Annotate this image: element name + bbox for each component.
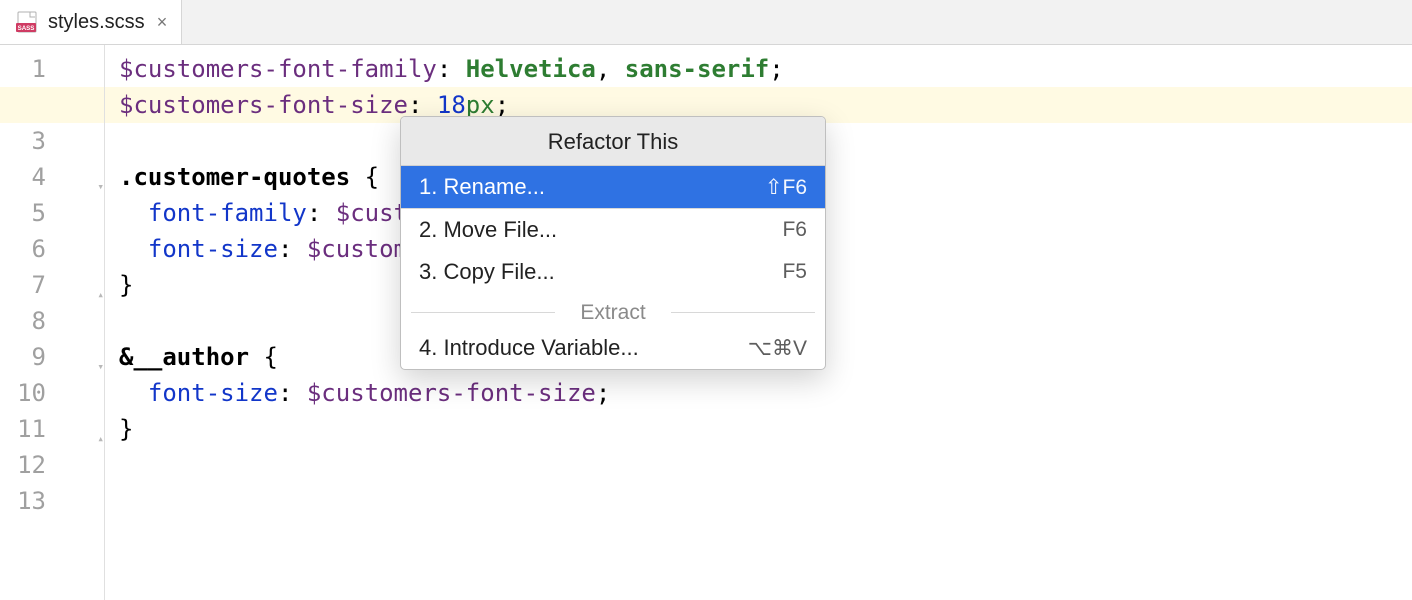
- menu-title: Refactor This: [401, 117, 825, 166]
- line-number: 7: [0, 267, 104, 303]
- menu-item-introduce-variable[interactable]: 4. Introduce Variable... ⌥⌘V: [401, 327, 825, 369]
- menu-item-shortcut: ⇧F6: [765, 175, 807, 200]
- menu-item-shortcut: F6: [782, 218, 807, 242]
- code-line: [119, 483, 1412, 519]
- menu-item-shortcut: ⌥⌘V: [748, 336, 807, 361]
- tab-bar: SASS styles.scss ×: [0, 0, 1412, 45]
- line-gutter: 1 2 3 4 5 6 7 8 9 10 11 12 13 ▾ ▴ ▾ ▴: [0, 45, 105, 600]
- svg-text:SASS: SASS: [18, 25, 35, 32]
- file-tab[interactable]: SASS styles.scss ×: [0, 0, 182, 44]
- line-number: 6: [0, 231, 104, 267]
- line-number: 13: [0, 483, 104, 519]
- menu-item-label: 3. Copy File...: [419, 259, 555, 285]
- menu-item-shortcut: F5: [782, 260, 807, 284]
- fold-icon[interactable]: ▴: [90, 277, 104, 291]
- sass-file-icon: SASS: [16, 11, 38, 33]
- line-number: 8: [0, 303, 104, 339]
- line-number: 9: [0, 339, 104, 375]
- menu-item-label: 2. Move File...: [419, 217, 557, 243]
- code-line: [119, 447, 1412, 483]
- fold-icon[interactable]: ▾: [90, 169, 104, 183]
- close-icon[interactable]: ×: [155, 12, 170, 33]
- menu-item-label: 1. Rename...: [419, 174, 545, 200]
- menu-item-move-file[interactable]: 2. Move File... F6: [401, 209, 825, 251]
- menu-item-copy-file[interactable]: 3. Copy File... F5: [401, 251, 825, 293]
- menu-item-label: 4. Introduce Variable...: [419, 335, 639, 361]
- menu-section-label: Extract: [401, 299, 825, 325]
- line-number: 11: [0, 411, 104, 447]
- line-number: 5: [0, 195, 104, 231]
- fold-icon[interactable]: ▾: [90, 349, 104, 363]
- fold-icon[interactable]: ▴: [90, 421, 104, 435]
- code-line: font-size: $customers-font-size;: [119, 375, 1412, 411]
- line-number: 10: [0, 375, 104, 411]
- menu-item-rename[interactable]: 1. Rename... ⇧F6: [401, 166, 825, 208]
- line-number: 4: [0, 159, 104, 195]
- line-number: 3: [0, 123, 104, 159]
- tab-filename: styles.scss: [48, 11, 145, 34]
- code-line: }: [119, 411, 1412, 447]
- refactor-menu: Refactor This 1. Rename... ⇧F6 2. Move F…: [400, 116, 826, 370]
- line-number: 1: [0, 51, 104, 87]
- code-line: $customers-font-family: Helvetica, sans-…: [119, 51, 1412, 87]
- line-number: 12: [0, 447, 104, 483]
